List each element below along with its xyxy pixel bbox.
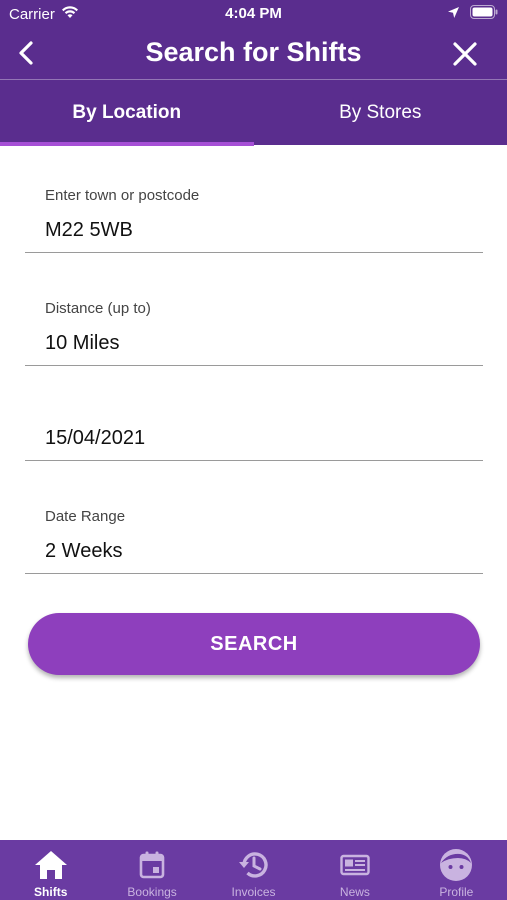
tabbar-item-profile[interactable]: Profile <box>406 840 507 900</box>
home-icon <box>33 847 69 883</box>
location-field[interactable]: Enter town or postcode M22 5WB <box>25 180 483 253</box>
tab-label: By Stores <box>339 101 422 123</box>
location-arrow-icon <box>447 6 460 23</box>
status-right-group <box>447 5 498 23</box>
date-input[interactable]: 15/04/2021 <box>45 427 145 450</box>
tabbar-label: Shifts <box>34 885 68 899</box>
tab-by-stores[interactable]: By Stores <box>254 80 507 145</box>
active-tab-indicator <box>0 142 254 146</box>
date-range-label: Date Range <box>45 508 126 525</box>
back-button[interactable] <box>10 36 42 70</box>
close-icon <box>453 42 477 66</box>
newspaper-icon <box>337 847 373 883</box>
tab-label: By Location <box>72 101 182 123</box>
date-field[interactable]: 15/04/2021 <box>25 406 483 461</box>
tabbar-item-news[interactable]: News <box>304 840 405 900</box>
chevron-left-icon <box>19 41 33 65</box>
tabbar-item-shifts[interactable]: Shifts <box>0 840 101 900</box>
tabbar-label: Invoices <box>231 885 276 899</box>
status-time: 4:04 PM <box>225 5 282 22</box>
tabbar-label: Bookings <box>127 885 177 899</box>
tab-by-location[interactable]: By Location <box>0 80 254 145</box>
search-button[interactable]: SEARCH <box>28 613 480 675</box>
history-icon <box>236 847 272 883</box>
date-range-select[interactable]: 2 Weeks <box>45 540 122 563</box>
distance-label: Distance (up to) <box>45 300 151 317</box>
tabbar-label: Profile <box>439 885 474 899</box>
close-button[interactable] <box>449 38 481 70</box>
tabbar-label: News <box>339 885 370 899</box>
status-bar: Carrier 4:04 PM <box>0 0 507 28</box>
location-input[interactable]: M22 5WB <box>45 219 133 242</box>
distance-select[interactable]: 10 Miles <box>45 332 119 355</box>
tabbar-item-bookings[interactable]: Bookings <box>101 840 202 900</box>
location-label: Enter town or postcode <box>45 187 200 204</box>
distance-field[interactable]: Distance (up to) 10 Miles <box>25 293 483 366</box>
battery-icon <box>470 5 498 23</box>
page-title: Search for Shifts <box>145 37 362 67</box>
calendar-icon <box>134 847 170 883</box>
face-icon <box>438 847 474 883</box>
tabbar-item-invoices[interactable]: Invoices <box>203 840 304 900</box>
app-header: Carrier 4:04 PM Search for Shifts By Loc… <box>0 0 507 146</box>
segment-tabs: By Location By Stores <box>0 80 507 145</box>
navigation-bar: Search for Shifts <box>0 28 507 79</box>
bottom-tab-bar: Shifts Bookings Invoices News Profile <box>0 840 507 900</box>
date-range-field[interactable]: Date Range 2 Weeks <box>25 501 483 574</box>
